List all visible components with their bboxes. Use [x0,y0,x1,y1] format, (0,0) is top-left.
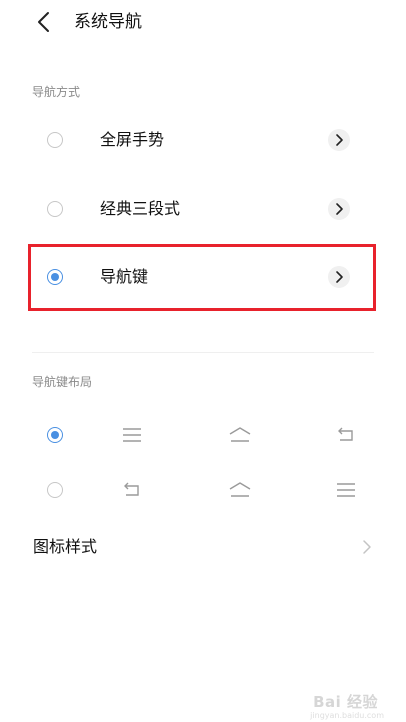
radio-button[interactable] [47,201,63,217]
back-icon [336,426,356,448]
section-title-nav-key-layout: 导航键布局 [32,375,93,389]
layout-option-1[interactable] [0,415,406,455]
back-icon [122,481,142,503]
home-icon [228,425,252,449]
layout-option-2[interactable] [0,470,406,510]
option-classic-three-button[interactable]: 经典三段式 [0,179,406,239]
home-icon [228,480,252,504]
highlight-annotation-box [28,244,376,311]
menu-lines-icon [122,426,142,448]
menu-lines-icon [336,481,356,503]
radio-button[interactable] [47,132,63,148]
radio-button[interactable] [47,482,63,498]
icon-style-label[interactable]: 图标样式 [33,537,97,557]
page-title: 系统导航 [74,12,142,32]
watermark-url: jingyan.baidu.com [310,711,384,720]
option-full-screen-gesture[interactable]: 全屏手势 [0,110,406,170]
chevron-right-icon[interactable] [328,198,350,220]
divider [32,352,374,353]
option-label: 全屏手势 [100,130,165,149]
chevron-right-icon[interactable] [328,129,350,151]
watermark-logo: Bai 经验 [313,693,378,711]
radio-button-checked[interactable] [47,427,63,443]
chevron-right-icon[interactable] [360,538,374,556]
option-label: 经典三段式 [100,199,181,218]
back-icon[interactable] [34,10,56,34]
section-title-navigation-method: 导航方式 [32,85,81,99]
